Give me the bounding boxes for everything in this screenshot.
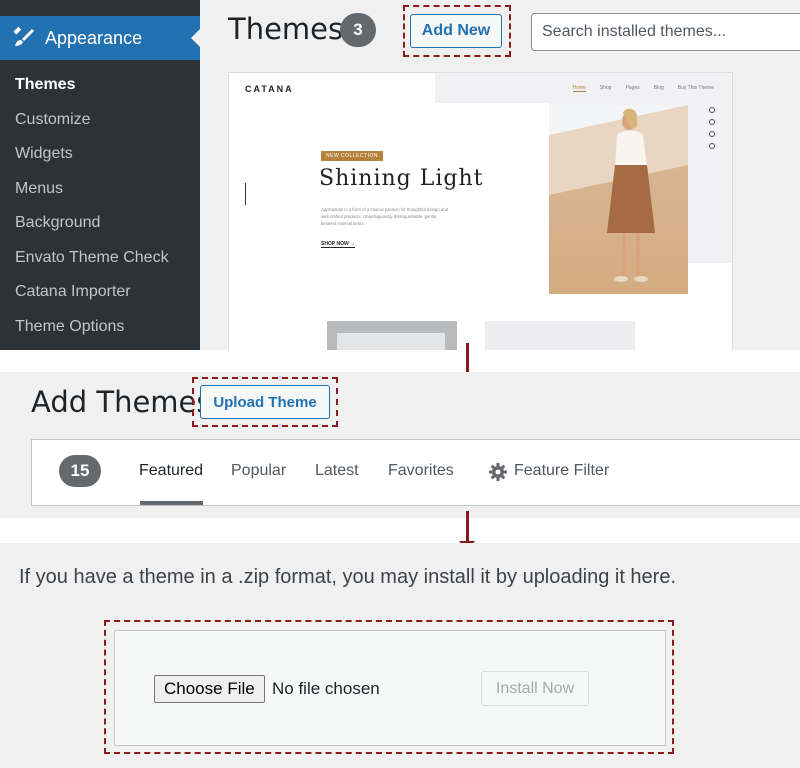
sidebar-submenu: Themes Customize Widgets Menus Backgroun…	[0, 68, 200, 344]
admin-sidebar: Appearance Themes Customize Widgets Menu…	[0, 0, 200, 350]
sidebar-item-catana-importer[interactable]: Catana Importer	[0, 275, 200, 310]
preview-hero-panel	[229, 103, 549, 303]
upload-description: If you have a theme in a .zip format, yo…	[19, 566, 677, 588]
preview-model-photo	[549, 105, 688, 294]
sidebar-item-appearance[interactable]: Appearance	[0, 16, 200, 60]
install-now-button[interactable]: Install Now	[481, 671, 589, 706]
preview-nav-item: Shop	[599, 85, 612, 91]
sidebar-item-background[interactable]: Background	[0, 206, 200, 241]
preview-nav-item: Buy This Theme	[677, 85, 714, 91]
tab-latest[interactable]: Latest	[315, 462, 359, 480]
feature-filter-button[interactable]: Feature Filter	[514, 462, 609, 480]
active-tab-indicator	[140, 501, 203, 505]
preview-thumbnail	[485, 321, 635, 350]
tab-favorites[interactable]: Favorites	[388, 462, 454, 480]
globe-icon	[709, 131, 715, 137]
page-title: Themes	[228, 12, 344, 46]
tab-popular[interactable]: Popular	[231, 462, 286, 480]
theme-count-badge: 15	[59, 455, 101, 487]
preview-nav-item: Blog	[653, 85, 664, 91]
currency-icon	[709, 143, 715, 149]
search-themes-input[interactable]	[531, 13, 800, 51]
add-themes-screen: Add Themes Upload Theme 15 Featured Popu…	[0, 372, 800, 518]
preview-shop-link: SHOP NOW →	[321, 241, 356, 248]
preview-thumbnail	[327, 321, 457, 350]
tutorial-composite: Appearance Themes Customize Widgets Menu…	[0, 0, 800, 768]
tab-featured[interactable]: Featured	[139, 462, 203, 480]
sidebar-item-customize[interactable]: Customize	[0, 103, 200, 138]
file-status-text: No file chosen	[272, 679, 380, 698]
preview-nav-item: Pages	[625, 85, 640, 91]
sidebar-item-menus[interactable]: Menus	[0, 172, 200, 207]
sidebar-item-widgets[interactable]: Widgets	[0, 137, 200, 172]
theme-filter-bar: 15 Featured Popular Latest Favorites Fea…	[31, 439, 800, 506]
user-icon	[709, 119, 715, 125]
sidebar-header-label: Appearance	[45, 27, 143, 48]
upload-theme-screen: If you have a theme in a .zip format, yo…	[0, 543, 800, 768]
preview-heading: Shining Light	[319, 166, 484, 191]
theme-count-badge: 3	[340, 13, 376, 47]
preview-side-icons	[709, 107, 715, 149]
upload-form: Choose File No file chosen Install Now	[114, 630, 666, 746]
sidebar-item-themes[interactable]: Themes	[0, 68, 200, 103]
gear-icon	[489, 463, 507, 481]
choose-file-button[interactable]: Choose File	[154, 675, 265, 703]
preview-divider	[245, 183, 246, 205]
themes-screen: Appearance Themes Customize Widgets Menu…	[0, 0, 800, 350]
theme-preview-card[interactable]: CATANA Home Shop Pages Blog Buy This The…	[228, 72, 733, 350]
cart-icon	[709, 107, 715, 113]
sidebar-item-envato-theme-check[interactable]: Envato Theme Check	[0, 241, 200, 276]
sidebar-item-theme-options[interactable]: Theme Options	[0, 310, 200, 345]
preview-nav: Home Shop Pages Blog Buy This Theme	[572, 85, 714, 92]
add-themes-title: Add Themes	[31, 385, 212, 419]
add-new-button[interactable]: Add New	[410, 14, 502, 48]
preview-description: Appropriate is a form of a shared passio…	[321, 207, 449, 226]
preview-logo: CATANA	[245, 84, 294, 94]
preview-tag: NEW COLLECTION	[321, 151, 384, 161]
preview-nav-item: Home	[572, 85, 586, 92]
upload-theme-button[interactable]: Upload Theme	[200, 385, 330, 419]
paintbrush-icon	[12, 27, 34, 49]
